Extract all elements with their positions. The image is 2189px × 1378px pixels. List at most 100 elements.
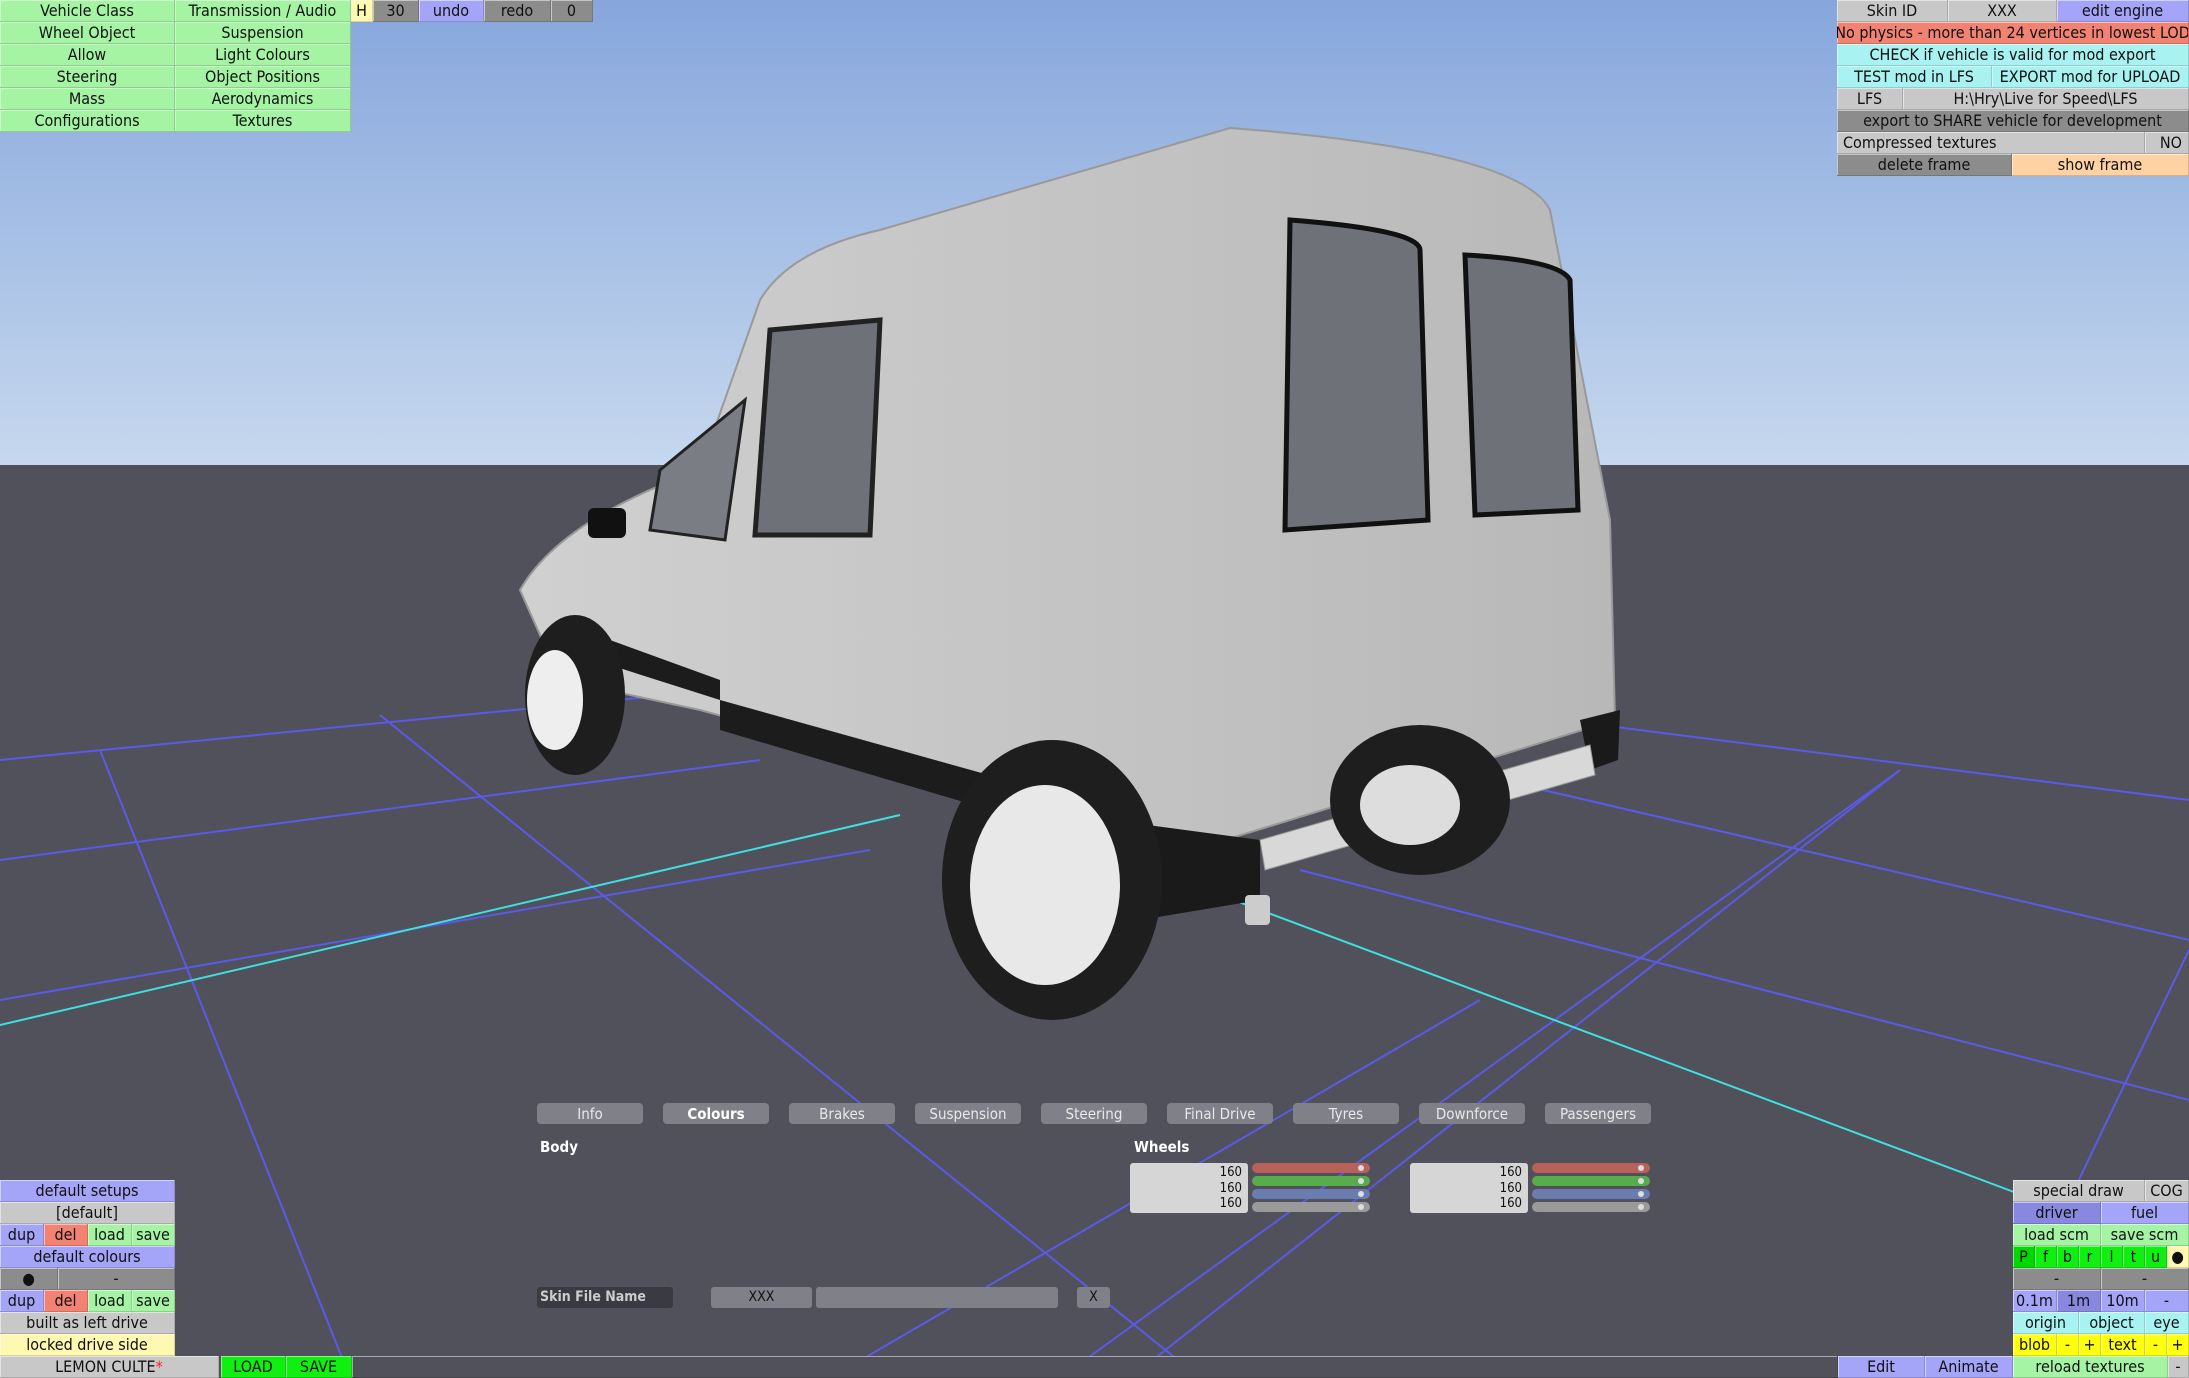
view-t-toggle[interactable]: t (2123, 1246, 2145, 1268)
delete-frame-button[interactable]: delete frame (1837, 154, 2012, 176)
load-vehicle-button[interactable]: LOAD (221, 1356, 286, 1378)
3d-viewport[interactable] (0, 0, 2189, 1378)
colours-save-button[interactable]: save (132, 1290, 175, 1312)
text-minus-button[interactable]: - (2145, 1334, 2167, 1356)
menu-textures[interactable]: Textures (175, 110, 351, 132)
view-b-toggle[interactable]: b (2057, 1246, 2079, 1268)
menu-aerodynamics[interactable]: Aerodynamics (175, 88, 351, 110)
text-plus-button[interactable]: + (2167, 1334, 2189, 1356)
undo-count[interactable]: 0 (551, 0, 593, 22)
view-f-toggle[interactable]: f (2035, 1246, 2057, 1268)
lfs-label[interactable]: LFS (1837, 88, 1903, 110)
eye-button[interactable]: eye (2145, 1312, 2189, 1334)
h-toggle-button[interactable]: H (351, 0, 373, 22)
menu-vehicle-class[interactable]: Vehicle Class (0, 0, 175, 22)
physics-warning[interactable]: No physics - more than 24 vertices in lo… (1837, 22, 2189, 44)
red-slider[interactable] (1252, 1163, 1370, 1173)
tab-steering[interactable]: Steering (1041, 1103, 1147, 1124)
built-as-left-drive-toggle[interactable]: built as left drive (0, 1312, 175, 1334)
grid-3-button[interactable]: - (2145, 1290, 2189, 1312)
view-P-toggle[interactable]: P (2013, 1246, 2035, 1268)
check-valid-button[interactable]: CHECK if vehicle is valid for mod export (1837, 44, 2189, 66)
edit-engine-button[interactable]: edit engine (2057, 0, 2189, 22)
colour-dot-button[interactable]: ● (0, 1268, 58, 1290)
setup-select[interactable]: [default] (0, 1202, 175, 1224)
blue-slider[interactable] (1252, 1189, 1370, 1199)
setup-dup-button[interactable]: dup (0, 1224, 44, 1246)
undo-button[interactable]: undo (419, 0, 484, 22)
option-a-select[interactable]: - (2013, 1268, 2101, 1290)
colours-load-button[interactable]: load (88, 1290, 132, 1312)
setup-del-button[interactable]: del (44, 1224, 88, 1246)
alpha-slider[interactable] (1252, 1202, 1370, 1212)
default-colours-button[interactable]: default colours (0, 1246, 175, 1268)
menu-mass[interactable]: Mass (0, 88, 175, 110)
default-setups-button[interactable]: default setups (0, 1180, 175, 1202)
menu-wheel-object[interactable]: Wheel Object (0, 22, 175, 44)
menu-configurations[interactable]: Configurations (0, 110, 175, 132)
cog-button[interactable]: COG (2145, 1180, 2189, 1202)
colour-select[interactable]: - (58, 1268, 175, 1290)
skin-id-label[interactable]: Skin ID (1837, 0, 1948, 22)
view-dot-toggle[interactable]: ● (2167, 1246, 2189, 1268)
tab-tyres[interactable]: Tyres (1293, 1103, 1399, 1124)
lfs-path-field[interactable]: H:\Hry\Live for Speed\LFS (1903, 88, 2189, 110)
menu-steering[interactable]: Steering (0, 66, 175, 88)
driver-button[interactable]: driver (2013, 1202, 2101, 1224)
tab-final-drive[interactable]: Final Drive (1167, 1103, 1273, 1124)
setup-save-button[interactable]: save (132, 1224, 175, 1246)
export-mod-button[interactable]: EXPORT mod for UPLOAD (1992, 66, 2189, 88)
colours-del-button[interactable]: del (44, 1290, 88, 1312)
view-r-toggle[interactable]: r (2079, 1246, 2101, 1268)
tab-info[interactable]: Info (537, 1103, 643, 1124)
grid-0-button[interactable]: 0.1m (2013, 1290, 2057, 1312)
skin-id-field[interactable]: XXX (711, 1287, 812, 1308)
test-mod-button[interactable]: TEST mod in LFS (1837, 66, 1992, 88)
green-slider[interactable] (1532, 1176, 1650, 1186)
redo-button[interactable]: redo (484, 0, 551, 22)
setup-load-button[interactable]: load (88, 1224, 132, 1246)
blue-slider[interactable] (1532, 1189, 1650, 1199)
blob-button[interactable]: blob (2013, 1334, 2057, 1356)
edit-mode-button[interactable]: Edit (1838, 1356, 1925, 1378)
wheel-colour-preview[interactable]: 160 160 160 (1410, 1163, 1528, 1213)
compressed-textures-label[interactable]: Compressed textures (1837, 132, 2145, 154)
green-slider[interactable] (1252, 1176, 1370, 1186)
tab-suspension[interactable]: Suspension (915, 1103, 1021, 1124)
tab-brakes[interactable]: Brakes (789, 1103, 895, 1124)
show-frame-button[interactable]: show frame (2012, 154, 2189, 176)
clear-skin-button[interactable]: X (1077, 1287, 1110, 1308)
menu-light-colours[interactable]: Light Colours (175, 44, 351, 66)
alpha-slider[interactable] (1532, 1202, 1650, 1212)
skin-file-name-input[interactable] (816, 1287, 1058, 1308)
view-u-toggle[interactable]: u (2145, 1246, 2167, 1268)
animate-mode-button[interactable]: Animate (1925, 1356, 2013, 1378)
tab-colours[interactable]: Colours (663, 1103, 769, 1124)
object-button[interactable]: object (2079, 1312, 2145, 1334)
menu-transmission-audio[interactable]: Transmission / Audio (175, 0, 351, 22)
colours-dup-button[interactable]: dup (0, 1290, 44, 1312)
blob-plus-button[interactable]: + (2079, 1334, 2101, 1356)
compressed-textures-toggle[interactable]: NO (2145, 132, 2189, 154)
menu-object-positions[interactable]: Object Positions (175, 66, 351, 88)
option-b-select[interactable]: - (2101, 1268, 2189, 1290)
skin-id-value[interactable]: XXX (1948, 0, 2057, 22)
load-scm-button[interactable]: load scm (2013, 1224, 2101, 1246)
blob-minus-button[interactable]: - (2057, 1334, 2079, 1356)
tab-passengers[interactable]: Passengers (1545, 1103, 1651, 1124)
reload-textures-button[interactable]: reload textures (2013, 1356, 2168, 1378)
menu-allow[interactable]: Allow (0, 44, 175, 66)
step-value[interactable]: 30 (373, 0, 419, 22)
grid-1-button[interactable]: 1m (2057, 1290, 2101, 1312)
fuel-button[interactable]: fuel (2101, 1202, 2189, 1224)
locked-drive-side-toggle[interactable]: locked drive side (0, 1334, 175, 1356)
red-slider[interactable] (1532, 1163, 1650, 1173)
tab-downforce[interactable]: Downforce (1419, 1103, 1525, 1124)
minimize-button[interactable]: - (2168, 1356, 2189, 1378)
export-share-button[interactable]: export to SHARE vehicle for development (1837, 110, 2189, 132)
save-vehicle-button[interactable]: SAVE (286, 1356, 352, 1378)
text-button[interactable]: text (2101, 1334, 2145, 1356)
origin-button[interactable]: origin (2013, 1312, 2079, 1334)
view-l-toggle[interactable]: l (2101, 1246, 2123, 1268)
menu-suspension[interactable]: Suspension (175, 22, 351, 44)
